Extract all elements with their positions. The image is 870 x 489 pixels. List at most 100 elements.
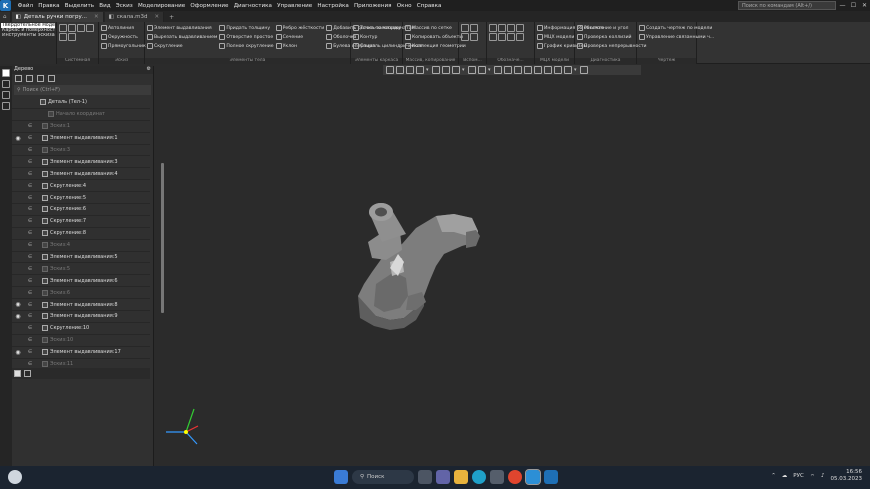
menu-item[interactable]: Вид	[97, 3, 114, 9]
tool-icon[interactable]	[461, 24, 469, 32]
relation-icon[interactable]: ∈	[24, 195, 36, 201]
tree-item[interactable]: ∈ Скругление:4	[12, 180, 150, 193]
tree-item[interactable]: ∈ Скругление:8	[12, 228, 150, 240]
ribbon-button[interactable]: Ребро жёсткости	[275, 24, 324, 32]
tool-icon[interactable]	[489, 33, 497, 41]
edge-browser-icon[interactable]	[472, 470, 486, 484]
relation-icon[interactable]: ∈	[24, 171, 36, 177]
cloud-icon[interactable]: ☁	[782, 473, 788, 479]
kompas-app-icon-2[interactable]	[544, 470, 558, 484]
tree-panel-icon[interactable]	[2, 69, 10, 77]
minimize-icon[interactable]: —	[837, 0, 848, 11]
tool-icon[interactable]	[470, 24, 478, 32]
windows-start-icon[interactable]	[334, 470, 348, 484]
taskbar-search[interactable]: ⚲ Поиск	[352, 470, 414, 484]
ribbon-button[interactable]: Сечение	[275, 33, 325, 41]
document-tab[interactable]: ◧ скала.m3d ✕	[104, 12, 165, 22]
ribbon-button[interactable]: Копировать объекты	[405, 33, 466, 41]
menu-item[interactable]: Моделирование	[135, 3, 187, 9]
relation-icon[interactable]: ∈	[24, 337, 36, 343]
relation-icon[interactable]: ∈	[24, 242, 36, 248]
tree-item[interactable]: ∈ Эскиз:6	[12, 287, 150, 300]
ribbon-group-label[interactable]: Элементы тела	[145, 58, 350, 64]
tree-tab-icon[interactable]	[14, 370, 21, 377]
tree-search-input[interactable]: ⚲ Поиск (Ctrl+F)	[14, 85, 151, 95]
menu-item[interactable]: Настройка	[315, 3, 352, 9]
relation-icon[interactable]: ∈	[24, 349, 36, 355]
ribbon-button[interactable]: Окружность	[101, 33, 146, 41]
tool-icon[interactable]	[461, 33, 469, 41]
tree-item[interactable]: ∈ Эскиз:1	[12, 121, 150, 133]
relation-icon[interactable]: ∈	[24, 159, 36, 165]
document-tab[interactable]: ◧ Деталь ручки погру... ✕	[11, 12, 104, 22]
ribbon-group-label[interactable]: МЦХ модели	[535, 58, 574, 64]
close-tab-icon[interactable]: ✕	[154, 14, 159, 20]
3d-viewport[interactable]	[154, 66, 870, 466]
ribbon-group-label[interactable]: Массив, копирование	[403, 58, 458, 64]
relation-icon[interactable]: ∈	[24, 123, 36, 129]
kompas-3d-app-icon[interactable]	[525, 469, 541, 485]
layers-tab-icon[interactable]	[24, 370, 31, 377]
tree-item[interactable]: ∈ Эскиз:4	[12, 240, 150, 252]
language-indicator[interactable]: РУС	[793, 473, 804, 479]
kompas-logo-icon[interactable]: K	[0, 0, 11, 11]
visibility-eye-icon[interactable]: ◉	[12, 301, 24, 308]
menu-item[interactable]: Эскиз	[113, 3, 135, 9]
tree-view-icon[interactable]	[37, 75, 44, 82]
ribbon-group-label[interactable]: Эскиз	[99, 58, 144, 64]
relation-icon[interactable]: ∈	[24, 147, 36, 153]
command-search-input[interactable]: Поиск по командам (Alt+/)	[738, 1, 836, 10]
relation-icon[interactable]: ∈	[24, 302, 36, 308]
ribbon-group-label[interactable]: Системная	[57, 58, 98, 64]
ribbon-group-label[interactable]: Элементы каркаса	[351, 58, 402, 64]
chat-icon[interactable]	[436, 470, 450, 484]
tool-icon[interactable]	[507, 33, 515, 41]
ribbon-button[interactable]: Автолиния	[101, 24, 146, 32]
close-icon[interactable]: ✕	[859, 0, 870, 11]
ribbon-button[interactable]: Массив по сетке	[405, 24, 466, 32]
tree-item[interactable]: Деталь (Тел-1)	[12, 97, 150, 109]
menu-item[interactable]: Правка	[36, 3, 62, 9]
tree-item[interactable]: ◉ ∈ Элемент выдавливания:17	[12, 347, 150, 359]
ribbon-button[interactable]: Отверстие простое	[219, 33, 273, 41]
tree-filter-icon[interactable]	[26, 75, 33, 82]
tree-item[interactable]: Начало координат	[12, 109, 150, 121]
tree-item[interactable]: ∈ Эскиз:10	[12, 335, 150, 347]
properties-icon[interactable]	[2, 80, 10, 88]
tool-icon[interactable]	[86, 24, 94, 32]
ribbon-group-label[interactable]: Вспом...	[459, 58, 486, 64]
relation-icon[interactable]: ∈	[24, 254, 36, 260]
relation-icon[interactable]: ∈	[24, 290, 36, 296]
tree-item[interactable]: ◉ ∈ Элемент выдавливания:1	[12, 133, 150, 145]
relation-icon[interactable]: ∈	[24, 278, 36, 284]
store-icon[interactable]	[490, 470, 504, 484]
weather-icon[interactable]	[8, 470, 22, 484]
tool-icon[interactable]	[516, 24, 524, 32]
tree-options-icon[interactable]	[48, 75, 55, 82]
ribbon-button[interactable]: Прямоугольник	[101, 42, 146, 50]
close-tab-icon[interactable]: ✕	[94, 14, 99, 20]
relation-icon[interactable]: ∈	[24, 266, 36, 272]
tree-item[interactable]: ∈ Эскиз:5	[12, 263, 150, 276]
tree-item[interactable]: ∈ Элемент выдавливания:5	[12, 252, 150, 264]
menu-item[interactable]: Оформление	[188, 3, 231, 9]
ribbon-button[interactable]: Управление связанными ч...	[639, 33, 714, 41]
relation-icon[interactable]: ∈	[24, 313, 36, 319]
ribbon-group-label[interactable]: Обозначе...	[487, 58, 534, 64]
file-explorer-icon[interactable]	[454, 470, 468, 484]
menu-item[interactable]: Приложения	[351, 3, 394, 9]
part-model[interactable]	[358, 203, 480, 330]
tree-item[interactable]: ∈ Скругление:5	[12, 192, 150, 205]
ribbon-group-label[interactable]: Чертеж	[637, 58, 696, 64]
variables-icon[interactable]	[2, 91, 10, 99]
chrome-icon[interactable]	[508, 470, 522, 484]
ribbon-button[interactable]: Полное скругление	[219, 42, 274, 50]
tree-item[interactable]: ∈ Скругление:7	[12, 216, 150, 228]
volume-icon[interactable]: ♪	[821, 473, 825, 479]
relation-icon[interactable]: ∈	[24, 361, 36, 367]
tool-icon[interactable]	[498, 33, 506, 41]
tool-icon[interactable]	[68, 24, 76, 32]
tree-structure-icon[interactable]	[15, 75, 22, 82]
panel-settings-icon[interactable]: ⚙	[147, 66, 151, 74]
tool-icon[interactable]	[470, 33, 478, 41]
